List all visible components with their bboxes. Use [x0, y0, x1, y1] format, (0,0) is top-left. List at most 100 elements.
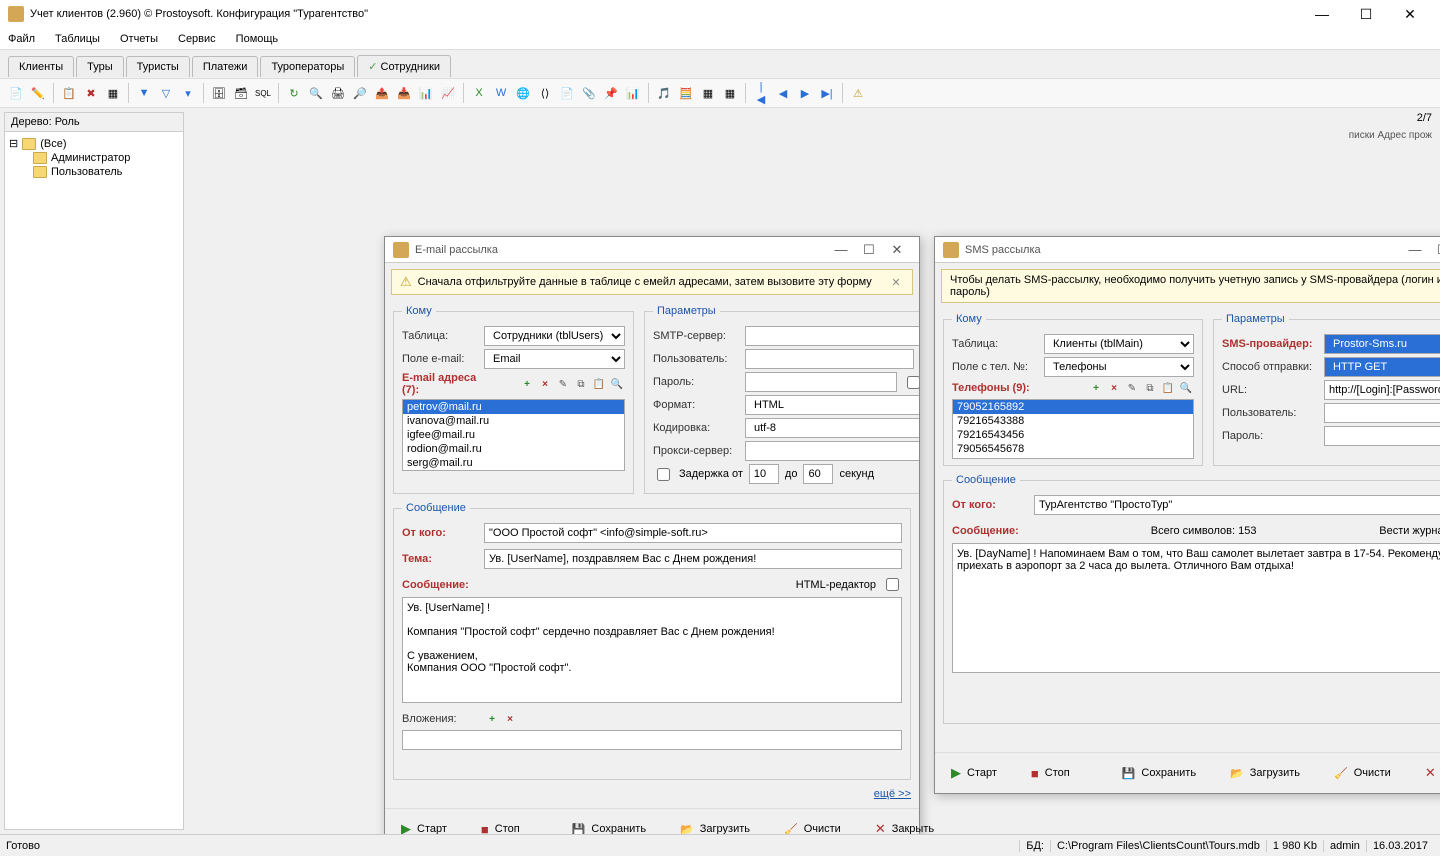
email-field-select[interactable]: Email	[484, 349, 625, 369]
smtp-user-input[interactable]	[745, 349, 914, 369]
tree-root[interactable]: ⊟ (Все)	[9, 136, 179, 151]
tb-print[interactable]: 🖨	[328, 83, 348, 103]
tb-filter2[interactable]: ▽	[156, 83, 176, 103]
addr-edit-icon[interactable]: ✎	[555, 376, 571, 392]
tb-tbl1[interactable]: ▦	[698, 83, 718, 103]
maximize-button[interactable]: ☐	[1344, 0, 1388, 28]
tb-grid[interactable]: ▦	[103, 83, 123, 103]
tb-first[interactable]: |◀	[751, 83, 771, 103]
email-load-button[interactable]: 📂Загрузить	[672, 819, 758, 835]
tb-warn[interactable]: ⚠	[848, 83, 868, 103]
tb-last[interactable]: ▶|	[817, 83, 837, 103]
sms-start-button[interactable]: ▶Старт	[943, 761, 1005, 785]
addr-find-icon[interactable]: 🔍	[609, 376, 625, 392]
tb-next[interactable]: ▶	[795, 83, 815, 103]
tb-word[interactable]: W	[491, 83, 511, 103]
tb-misc2[interactable]: 📌	[601, 83, 621, 103]
tab-tourists[interactable]: Туристы	[126, 56, 190, 77]
tree-user[interactable]: Пользователь	[9, 165, 179, 179]
email-body-textarea[interactable]: Ув. [UserName] ! Компания "Простой софт"…	[402, 597, 902, 703]
tel-edit-icon[interactable]: ✎	[1124, 380, 1140, 396]
smtp-pass-input[interactable]	[745, 372, 897, 392]
menu-service[interactable]: Сервис	[174, 31, 220, 47]
email-close-button[interactable]: ✕Закрыть	[867, 817, 942, 834]
sms-table-select[interactable]: Клиенты (tblMain)	[1044, 334, 1194, 354]
email-max[interactable]: ☐	[855, 242, 883, 258]
tb-sql[interactable]: SQL	[253, 83, 273, 103]
sms-url-input[interactable]	[1324, 380, 1440, 400]
tb-copy[interactable]: 📋	[59, 83, 79, 103]
tb-tbl2[interactable]: ▦	[720, 83, 740, 103]
tb-exp2[interactable]: 📥	[394, 83, 414, 103]
sms-provider-select[interactable]: Prostor-Sms.ru	[1324, 334, 1440, 354]
attach-del-icon[interactable]: ×	[502, 711, 518, 727]
tb-filter3[interactable]: ▾	[178, 83, 198, 103]
delay-from-input[interactable]	[749, 464, 779, 484]
sms-stop-button[interactable]: ■Стоп	[1023, 762, 1078, 785]
addr-add-icon[interactable]: +	[519, 376, 535, 392]
email-min[interactable]: —	[827, 242, 855, 257]
tb-calc[interactable]: 🧮	[676, 83, 696, 103]
tb-excel[interactable]: X	[469, 83, 489, 103]
sms-clear-button[interactable]: 🧹Очисти	[1326, 763, 1399, 784]
tb-new[interactable]: 📄	[6, 83, 26, 103]
tb-music[interactable]: 🎵	[654, 83, 674, 103]
tb-filter[interactable]: ▼	[134, 83, 154, 103]
tb-chart[interactable]: 📊	[623, 83, 643, 103]
tab-tours[interactable]: Туры	[76, 56, 124, 77]
tb-delete[interactable]: ✖	[81, 83, 101, 103]
tel-del-icon[interactable]: ×	[1106, 380, 1122, 396]
tb-db2[interactable]: 🗃	[231, 83, 251, 103]
tb-csv[interactable]: 📄	[557, 83, 577, 103]
delay-checkbox[interactable]	[657, 468, 670, 481]
tel-copy-icon[interactable]: ⧉	[1142, 380, 1158, 396]
tb-refresh[interactable]: ↻	[284, 83, 304, 103]
sms-save-button[interactable]: 💾Сохранить	[1114, 763, 1204, 784]
sms-phone-list[interactable]: 79052165892 79216543388 79216543456 7905…	[952, 399, 1194, 459]
minimize-button[interactable]: —	[1300, 0, 1344, 28]
format-select[interactable]: HTML	[745, 395, 919, 415]
addr-copy-icon[interactable]: ⧉	[573, 376, 589, 392]
tb-misc1[interactable]: 📎	[579, 83, 599, 103]
tb-db1[interactable]: 🗄	[209, 83, 229, 103]
tel-paste-icon[interactable]: 📋	[1160, 380, 1176, 396]
tb-exp1[interactable]: 📤	[372, 83, 392, 103]
tb-edit[interactable]: ✏️	[28, 83, 48, 103]
smtp-input[interactable]	[745, 326, 919, 346]
tree-admin[interactable]: Администратор	[9, 151, 179, 165]
email-notice-close[interactable]: ✕	[888, 274, 904, 290]
sms-from-input[interactable]	[1034, 495, 1440, 515]
sms-close-button[interactable]: ✕Закрыть	[1417, 761, 1440, 785]
ssl-checkbox[interactable]	[907, 376, 919, 389]
tab-payments[interactable]: Платежи	[192, 56, 259, 77]
sms-field-select[interactable]: Телефоны	[1044, 357, 1194, 377]
proxy-input[interactable]	[745, 441, 919, 461]
encoding-select[interactable]: utf-8	[745, 418, 919, 438]
htmleditor-checkbox[interactable]	[886, 578, 899, 591]
tb-prev[interactable]: ◀	[773, 83, 793, 103]
tel-find-icon[interactable]: 🔍	[1178, 380, 1194, 396]
addr-paste-icon[interactable]: 📋	[591, 376, 607, 392]
email-clear-button[interactable]: 🧹Очисти	[776, 819, 849, 835]
tb-html[interactable]: 🌐	[513, 83, 533, 103]
tb-preview[interactable]: 🔎	[350, 83, 370, 103]
email-save-button[interactable]: 💾Сохранить	[564, 819, 654, 835]
sms-body-textarea[interactable]: Ув. [DayName] ! Напоминаем Вам о том, чт…	[952, 543, 1440, 673]
tb-exp3[interactable]: 📊	[416, 83, 436, 103]
attach-add-icon[interactable]: +	[484, 711, 500, 727]
menu-reports[interactable]: Отчеты	[116, 31, 162, 47]
sms-user-input[interactable]	[1324, 403, 1440, 423]
email-table-select[interactable]: Сотрудники (tblUsers)	[484, 326, 625, 346]
menu-help[interactable]: Помощь	[232, 31, 283, 47]
tb-find[interactable]: 🔍	[306, 83, 326, 103]
sms-pass-input[interactable]	[1324, 426, 1440, 446]
delay-to-input[interactable]	[803, 464, 833, 484]
tb-xml[interactable]: ⟨⟩	[535, 83, 555, 103]
email-stop-button[interactable]: ■Стоп	[473, 818, 528, 835]
sms-max[interactable]: ☐	[1429, 242, 1440, 258]
tab-employees[interactable]: ✓Сотрудники	[357, 55, 451, 77]
attach-input[interactable]	[402, 730, 902, 750]
tb-exp4[interactable]: 📈	[438, 83, 458, 103]
tel-add-icon[interactable]: +	[1088, 380, 1104, 396]
email-address-list[interactable]: petrov@mail.ru ivanova@mail.ru igfee@mai…	[402, 399, 625, 471]
